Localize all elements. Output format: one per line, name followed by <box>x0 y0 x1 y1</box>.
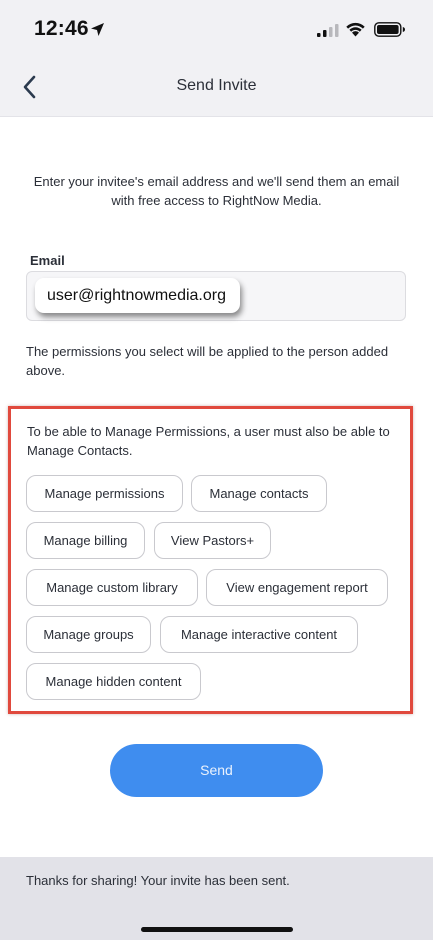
email-label: Email <box>30 253 65 268</box>
permission-manage-permissions[interactable]: Manage permissions <box>26 475 183 512</box>
wifi-icon <box>346 22 365 37</box>
page-title: Send Invite <box>176 77 257 94</box>
permission-manage-custom-library[interactable]: Manage custom library <box>26 569 198 606</box>
permission-manage-contacts[interactable]: Manage contacts <box>191 475 327 512</box>
location-arrow-icon <box>91 23 104 36</box>
toast-message: Thanks for sharing! Your invite has been… <box>26 873 290 888</box>
permissions-warning: To be able to Manage Permissions, a user… <box>27 424 390 458</box>
email-value: user@rightnowmedia.org <box>35 278 240 313</box>
permissions-note: The permissions you select will be appli… <box>26 344 389 378</box>
home-indicator[interactable] <box>141 927 293 932</box>
status-bar: 12:46 <box>0 0 433 60</box>
send-button[interactable]: Send <box>110 744 323 797</box>
permission-manage-groups[interactable]: Manage groups <box>26 616 151 653</box>
permission-manage-hidden-content[interactable]: Manage hidden content <box>26 663 201 700</box>
permission-view-engagement-report[interactable]: View engagement report <box>206 569 388 606</box>
intro-text: Enter your invitee's email address and w… <box>33 174 400 208</box>
nav-bar: Send Invite <box>0 60 433 117</box>
permission-view-pastors-plus[interactable]: View Pastors+ <box>154 522 271 559</box>
status-time: 12:46 <box>34 17 89 40</box>
permission-manage-billing[interactable]: Manage billing <box>26 522 145 559</box>
permission-manage-interactive-content[interactable]: Manage interactive content <box>160 616 358 653</box>
invite-form: Enter your invitee's email address and w… <box>0 117 433 857</box>
battery-icon <box>374 22 405 37</box>
permissions-section: To be able to Manage Permissions, a user… <box>8 406 413 714</box>
signal-icon <box>317 24 339 37</box>
email-field[interactable]: user@rightnowmedia.org <box>26 271 406 321</box>
